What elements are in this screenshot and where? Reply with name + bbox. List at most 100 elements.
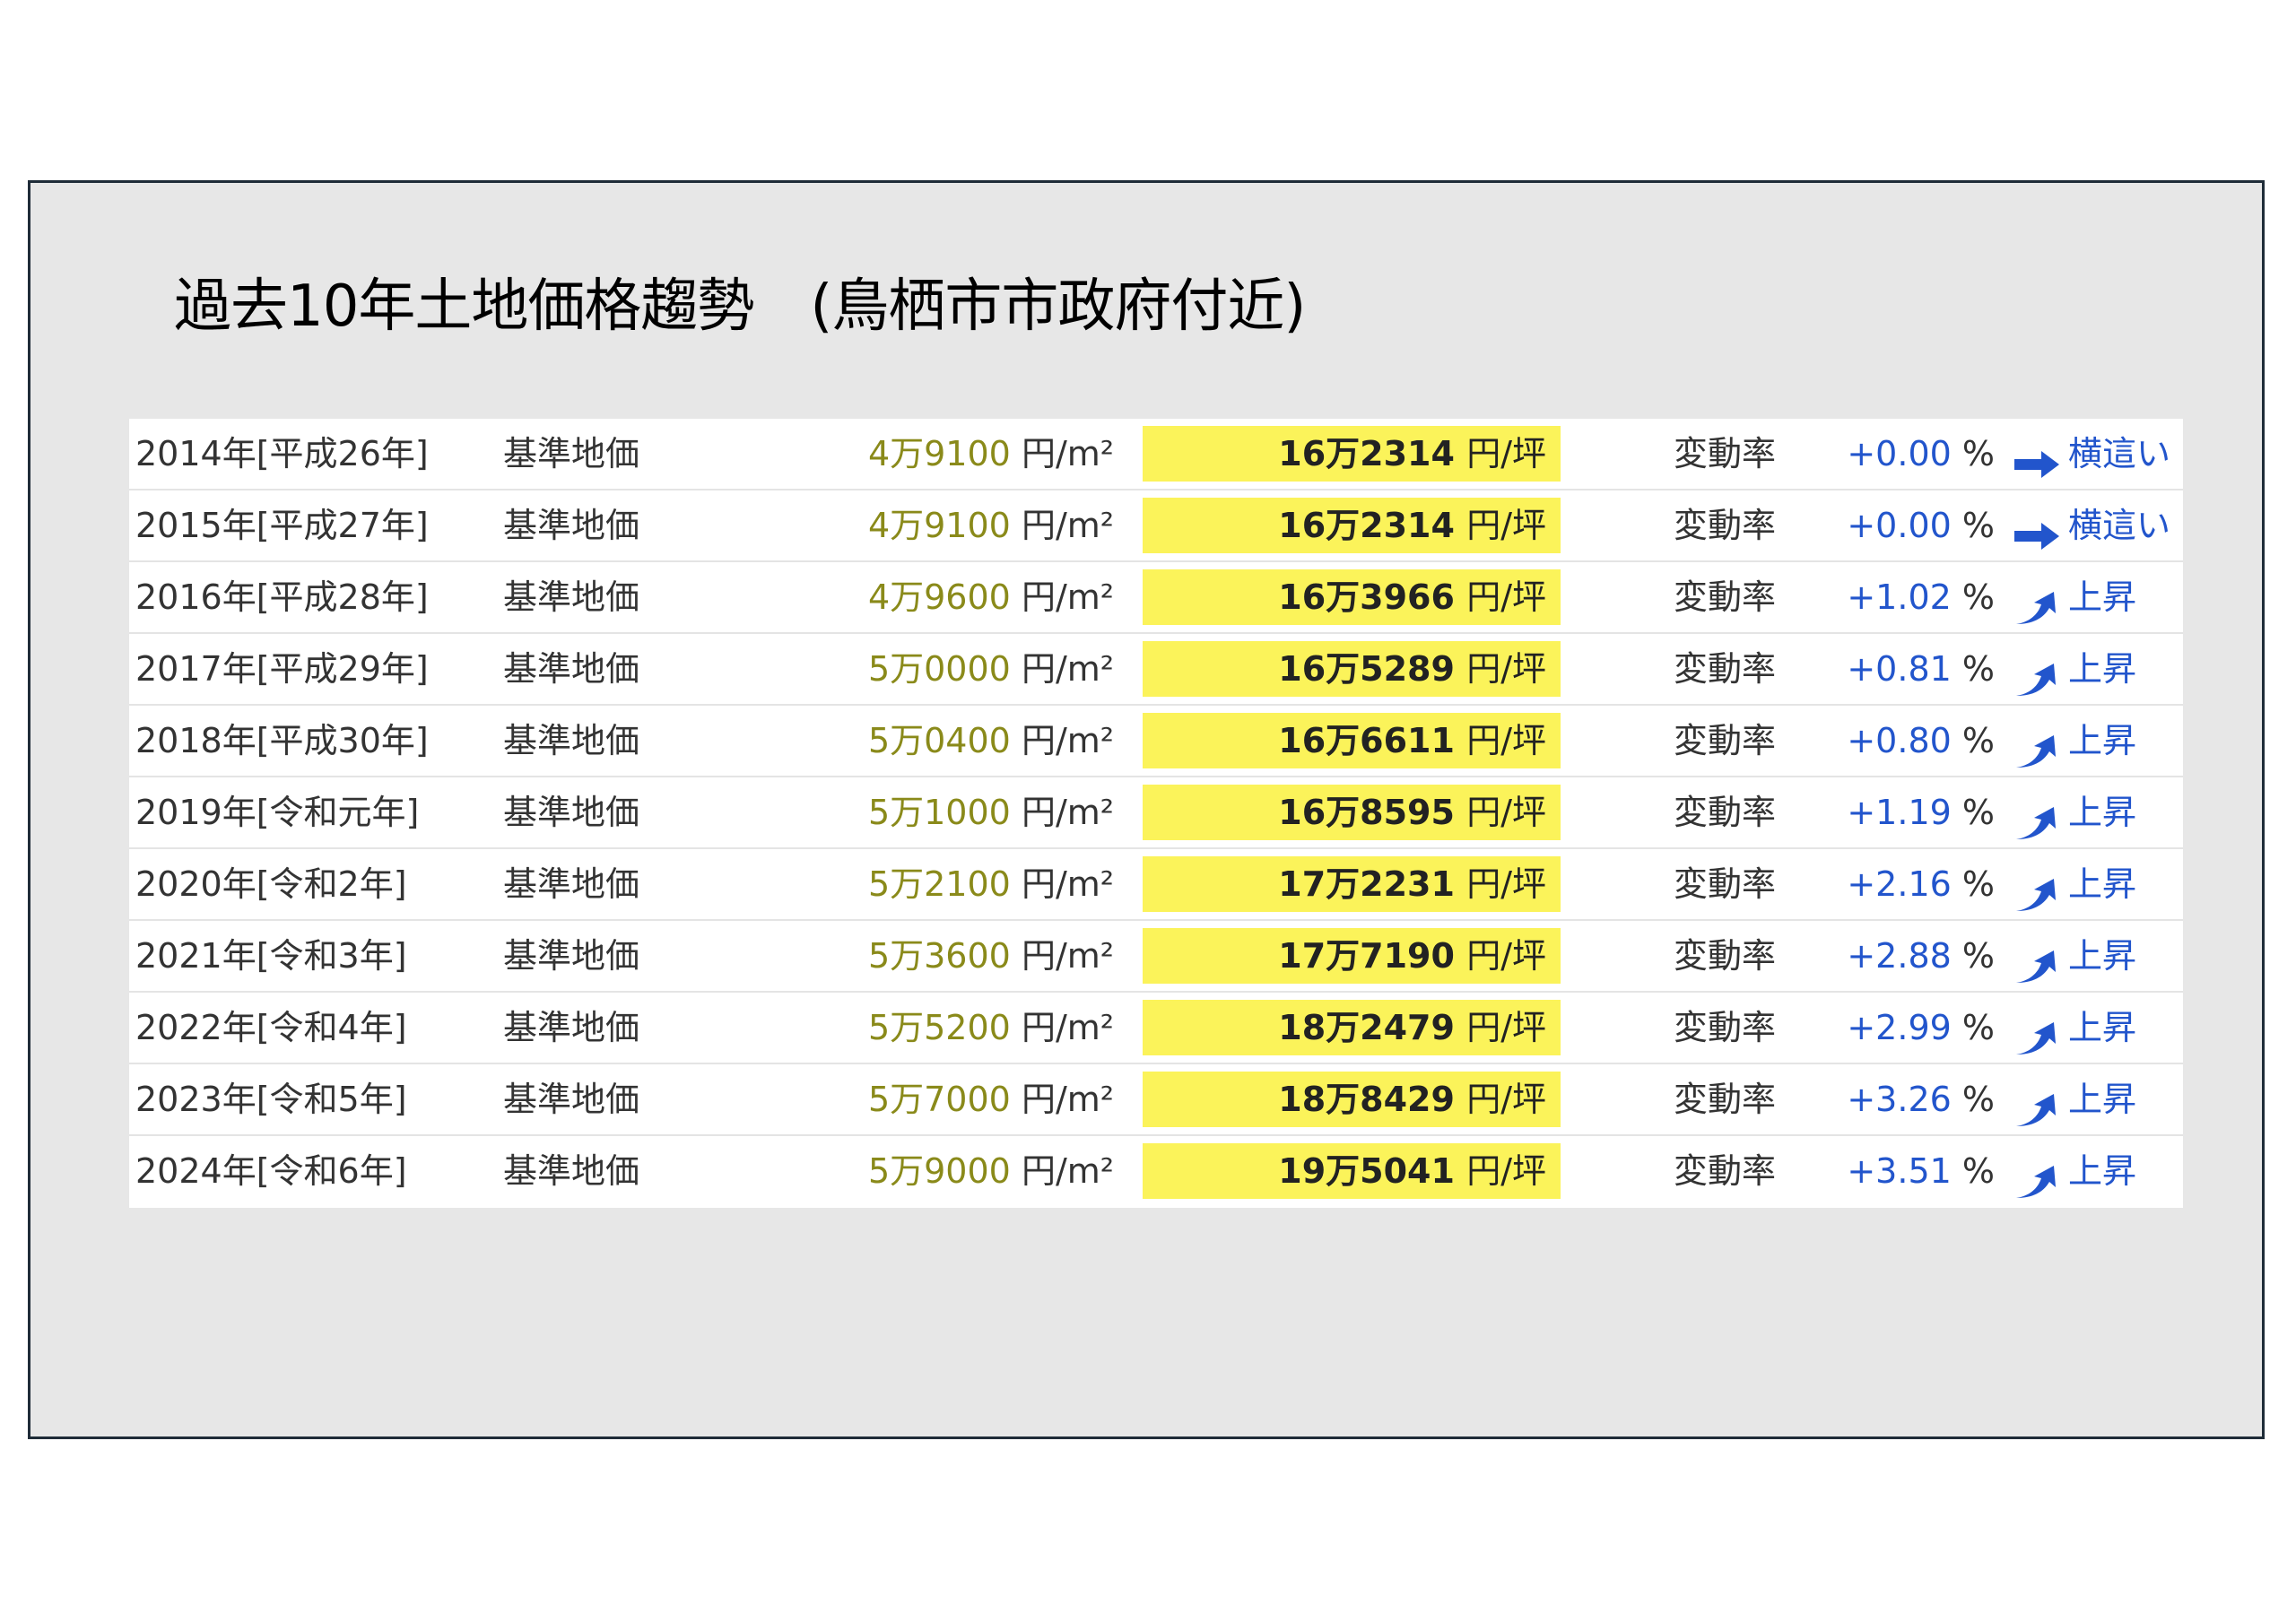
change-rate-label: 変動率 (1674, 1080, 1777, 1119)
price-per-sqm-unit: 円/m² (1021, 721, 1114, 760)
percent-sign: % (1961, 721, 1995, 760)
price-per-sqm-unit: 円/m² (1021, 1080, 1114, 1119)
price-per-tsubo-unit: 円/坪 (1466, 1008, 1546, 1047)
price-per-tsubo-unit: 円/坪 (1466, 936, 1546, 976)
change-rate-value: +2.16 (1847, 864, 1952, 904)
price-per-sqm-value: 5万9000 (867, 1151, 1011, 1191)
change-rate-label: 変動率 (1674, 1008, 1777, 1047)
change-rate-cell: +2.88 % (1847, 921, 1995, 991)
arrow-up-right-icon (2013, 938, 2061, 983)
price-per-sqm-value: 4万9600 (867, 577, 1011, 617)
year-cell: 2014年[平成26年] (135, 434, 429, 473)
price-per-sqm-cell: 5万5200 円/m² (868, 993, 1114, 1063)
change-rate-value: +0.80 (1847, 721, 1952, 760)
trend-cell: 上昇 (2013, 634, 2136, 704)
price-per-tsubo-unit: 円/坪 (1466, 506, 1546, 545)
price-type-cell: 基準地価 (503, 793, 640, 832)
change-rate-cell: +3.51 % (1847, 1136, 1995, 1206)
table-row: 2018年[平成30年] 基準地価 5万0400 円/m² 16万6611 円/… (129, 706, 2183, 777)
table-row: 2021年[令和3年] 基準地価 5万3600 円/m² 17万7190 円/坪… (129, 921, 2183, 993)
percent-sign: % (1961, 864, 1995, 904)
price-type-cell: 基準地価 (503, 506, 640, 545)
table-row: 2016年[平成28年] 基準地価 4万9600 円/m² 16万3966 円/… (129, 562, 2183, 634)
percent-sign: % (1961, 1008, 1995, 1047)
table-row: 2014年[平成26年] 基準地価 4万9100 円/m² 16万2314 円/… (129, 419, 2183, 490)
price-type-cell: 基準地価 (503, 649, 640, 689)
trend-label: 上昇 (2068, 577, 2137, 617)
arrow-up-right-icon (2013, 579, 2061, 624)
price-per-tsubo-value: 16万6611 (1278, 721, 1455, 760)
trend-cell: 上昇 (2013, 921, 2136, 991)
table-row: 2017年[平成29年] 基準地価 5万0000 円/m² 16万5289 円/… (129, 634, 2183, 706)
trend-label: 上昇 (2068, 1080, 2137, 1119)
change-rate-cell: +2.16 % (1847, 849, 1995, 919)
trend-label: 上昇 (2068, 1008, 2137, 1047)
change-rate-cell: +0.80 % (1847, 706, 1995, 776)
price-per-tsubo-cell: 16万6611 円/坪 (1143, 713, 1561, 768)
percent-sign: % (1961, 1151, 1995, 1191)
table-row: 2024年[令和6年] 基準地価 5万9000 円/m² 19万5041 円/坪… (129, 1136, 2183, 1208)
trend-label: 横這い (2068, 434, 2171, 473)
price-per-sqm-value: 4万9100 (867, 434, 1011, 473)
price-per-sqm-unit: 円/m² (1021, 793, 1114, 832)
percent-sign: % (1961, 793, 1995, 832)
price-type-cell: 基準地価 (503, 721, 640, 760)
price-per-tsubo-cell: 19万5041 円/坪 (1143, 1143, 1561, 1199)
price-per-sqm-cell: 5万3600 円/m² (868, 921, 1114, 991)
table-row: 2019年[令和元年] 基準地価 5万1000 円/m² 16万8595 円/坪… (129, 777, 2183, 849)
arrow-up-right-icon (2013, 1081, 2061, 1126)
change-rate-value: +0.00 (1847, 506, 1952, 545)
price-per-sqm-cell: 5万9000 円/m² (868, 1136, 1114, 1206)
price-per-sqm-unit: 円/m² (1021, 1008, 1114, 1047)
price-per-sqm-value: 5万0000 (867, 649, 1011, 689)
change-rate-label: 変動率 (1674, 936, 1777, 976)
price-per-tsubo-unit: 円/坪 (1466, 864, 1546, 904)
price-per-tsubo-cell: 16万2314 円/坪 (1143, 426, 1561, 482)
price-per-tsubo-value: 19万5041 (1278, 1151, 1455, 1191)
price-per-sqm-cell: 5万0400 円/m² (868, 706, 1114, 776)
year-cell: 2020年[令和2年] (135, 864, 407, 904)
percent-sign: % (1961, 434, 1995, 473)
year-cell: 2018年[平成30年] (135, 721, 429, 760)
price-per-tsubo-value: 16万5289 (1278, 649, 1455, 689)
price-per-tsubo-cell: 18万2479 円/坪 (1143, 1000, 1561, 1055)
page-title: 過去10年土地価格趨勢 (鳥栖市市政府付近) (174, 273, 1306, 340)
change-rate-value: +1.02 (1847, 577, 1952, 617)
price-type-cell: 基準地価 (503, 1080, 640, 1119)
change-rate-value: +3.51 (1847, 1151, 1952, 1191)
price-per-sqm-value: 5万5200 (867, 1008, 1011, 1047)
price-type-cell: 基準地価 (503, 434, 640, 473)
arrow-up-right-icon (2013, 1153, 2061, 1198)
arrow-right-icon (2013, 508, 2061, 550)
arrow-right-icon (2013, 436, 2061, 478)
slide-panel: 過去10年土地価格趨勢 (鳥栖市市政府付近) 2014年[平成26年] 基準地価… (28, 180, 2265, 1439)
year-cell: 2021年[令和3年] (135, 936, 407, 976)
price-per-tsubo-unit: 円/坪 (1466, 721, 1546, 760)
price-per-tsubo-unit: 円/坪 (1466, 577, 1546, 617)
price-per-sqm-value: 5万3600 (867, 936, 1011, 976)
price-per-sqm-value: 5万1000 (867, 793, 1011, 832)
price-type-cell: 基準地価 (503, 577, 640, 617)
trend-cell: 上昇 (2013, 1136, 2136, 1206)
price-per-sqm-cell: 4万9600 円/m² (868, 562, 1114, 632)
year-cell: 2019年[令和元年] (135, 793, 420, 832)
change-rate-cell: +1.02 % (1847, 562, 1995, 632)
price-per-sqm-cell: 5万0000 円/m² (868, 634, 1114, 704)
price-per-tsubo-value: 16万8595 (1278, 793, 1455, 832)
percent-sign: % (1961, 649, 1995, 689)
price-per-tsubo-unit: 円/坪 (1466, 649, 1546, 689)
price-per-tsubo-value: 16万2314 (1278, 434, 1455, 473)
price-per-tsubo-unit: 円/坪 (1466, 434, 1546, 473)
table-row: 2022年[令和4年] 基準地価 5万5200 円/m² 18万2479 円/坪… (129, 993, 2183, 1064)
change-rate-label: 変動率 (1674, 506, 1777, 545)
trend-cell: 上昇 (2013, 706, 2136, 776)
change-rate-cell: +0.81 % (1847, 634, 1995, 704)
price-per-sqm-cell: 5万2100 円/m² (868, 849, 1114, 919)
trend-label: 上昇 (2068, 864, 2137, 904)
price-per-sqm-unit: 円/m² (1021, 936, 1114, 976)
price-per-sqm-cell: 4万9100 円/m² (868, 419, 1114, 489)
price-per-sqm-cell: 5万7000 円/m² (868, 1064, 1114, 1134)
price-per-sqm-cell: 4万9100 円/m² (868, 490, 1114, 560)
arrow-up-right-icon (2013, 1010, 2061, 1055)
change-rate-label: 変動率 (1674, 577, 1777, 617)
